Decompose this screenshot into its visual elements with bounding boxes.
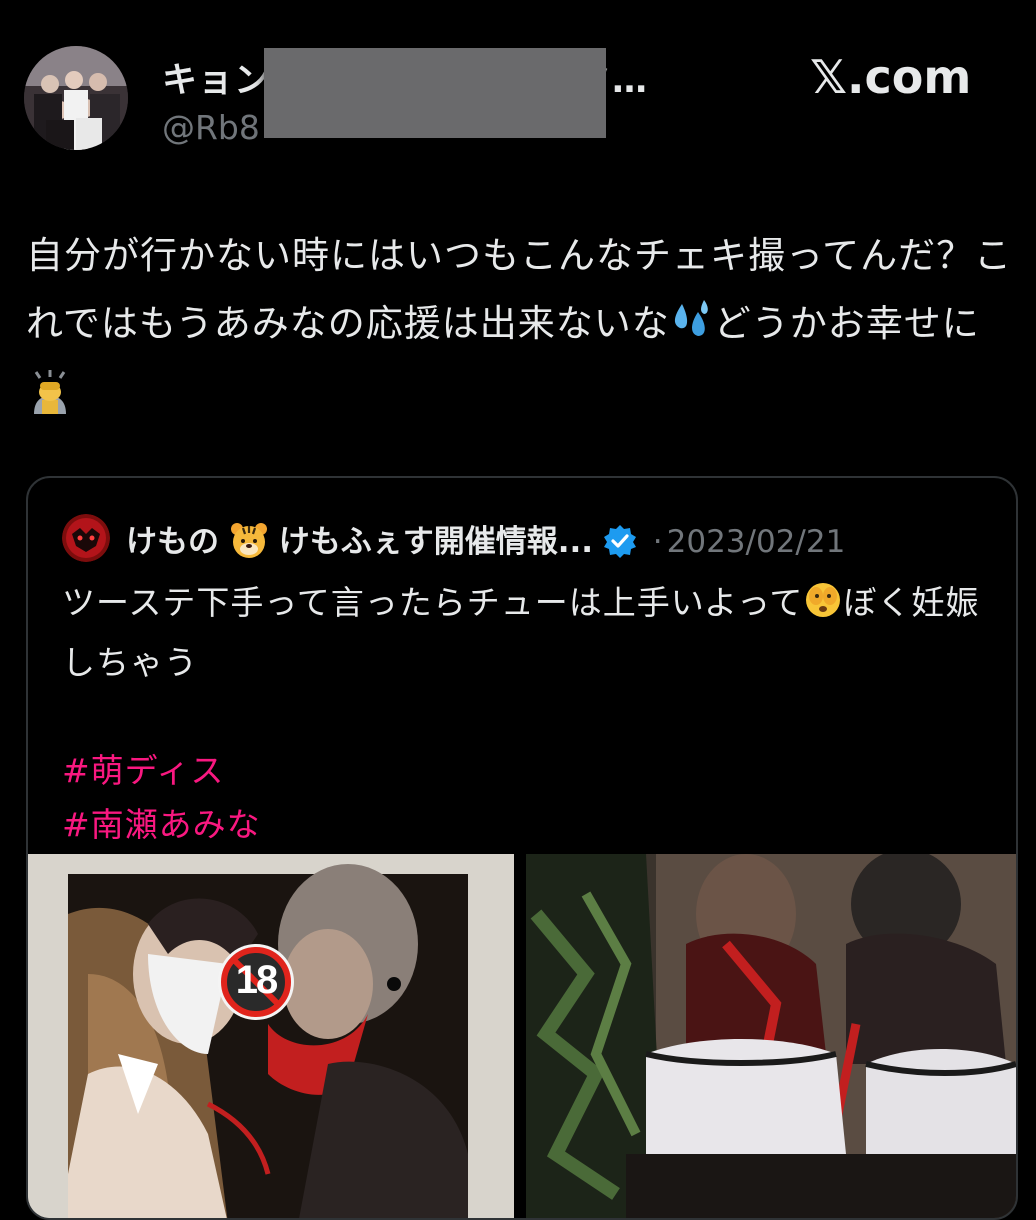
quoted-media-image-2[interactable] <box>526 854 1016 1218</box>
redaction-block <box>264 48 606 138</box>
hashtag-link[interactable]: #南瀬あみな <box>62 798 982 852</box>
verified-badge-icon <box>603 524 637 566</box>
xcom-watermark: 𝕏.com <box>810 50 972 104</box>
tweet-text: 自分が行かない時にはいつもこんなチェキ撮ってんだ？これではもうあみなの応援は出来… <box>26 222 1016 438</box>
face-peeking-icon <box>803 580 843 636</box>
adult-content-label: 18 <box>235 958 279 1002</box>
person-bowing-icon <box>26 370 74 438</box>
quoted-tweet-text: ツーステ下手って言ったらチューは上手いよって ぼく妊娠しちゃう #萌ディス #南… <box>62 576 982 852</box>
quoted-author-avatar[interactable] <box>62 514 110 562</box>
quoted-author-name[interactable]: けもの <box>126 524 219 560</box>
author-handle[interactable]: @Rb8 <box>162 108 260 147</box>
header-separator: · <box>652 524 663 560</box>
quoted-text-line: ツーステ下手って言ったらチューは上手いよって <box>62 583 804 622</box>
tweet-text-closing: どうかお幸せに <box>713 302 980 345</box>
author-avatar[interactable] <box>24 46 128 150</box>
quoted-media-image-1[interactable]: 18 <box>28 854 514 1218</box>
quoted-author-name-tail[interactable]: けもふぇす開催情報... <box>279 524 593 560</box>
quoted-tweet-date[interactable]: 2023/02/21 <box>667 524 846 560</box>
quoted-tweet-card[interactable]: けもの けもふぇす開催情報... · 2023/02/21 ツーステ下手って言った… <box>26 476 1018 1220</box>
sweat-droplets-icon <box>670 296 714 364</box>
tiger-face-icon <box>229 520 269 568</box>
hashtag-link[interactable]: #萌ディス <box>62 744 982 798</box>
quoted-tweet-header: けもの けもふぇす開催情報... · 2023/02/21 <box>126 516 845 568</box>
